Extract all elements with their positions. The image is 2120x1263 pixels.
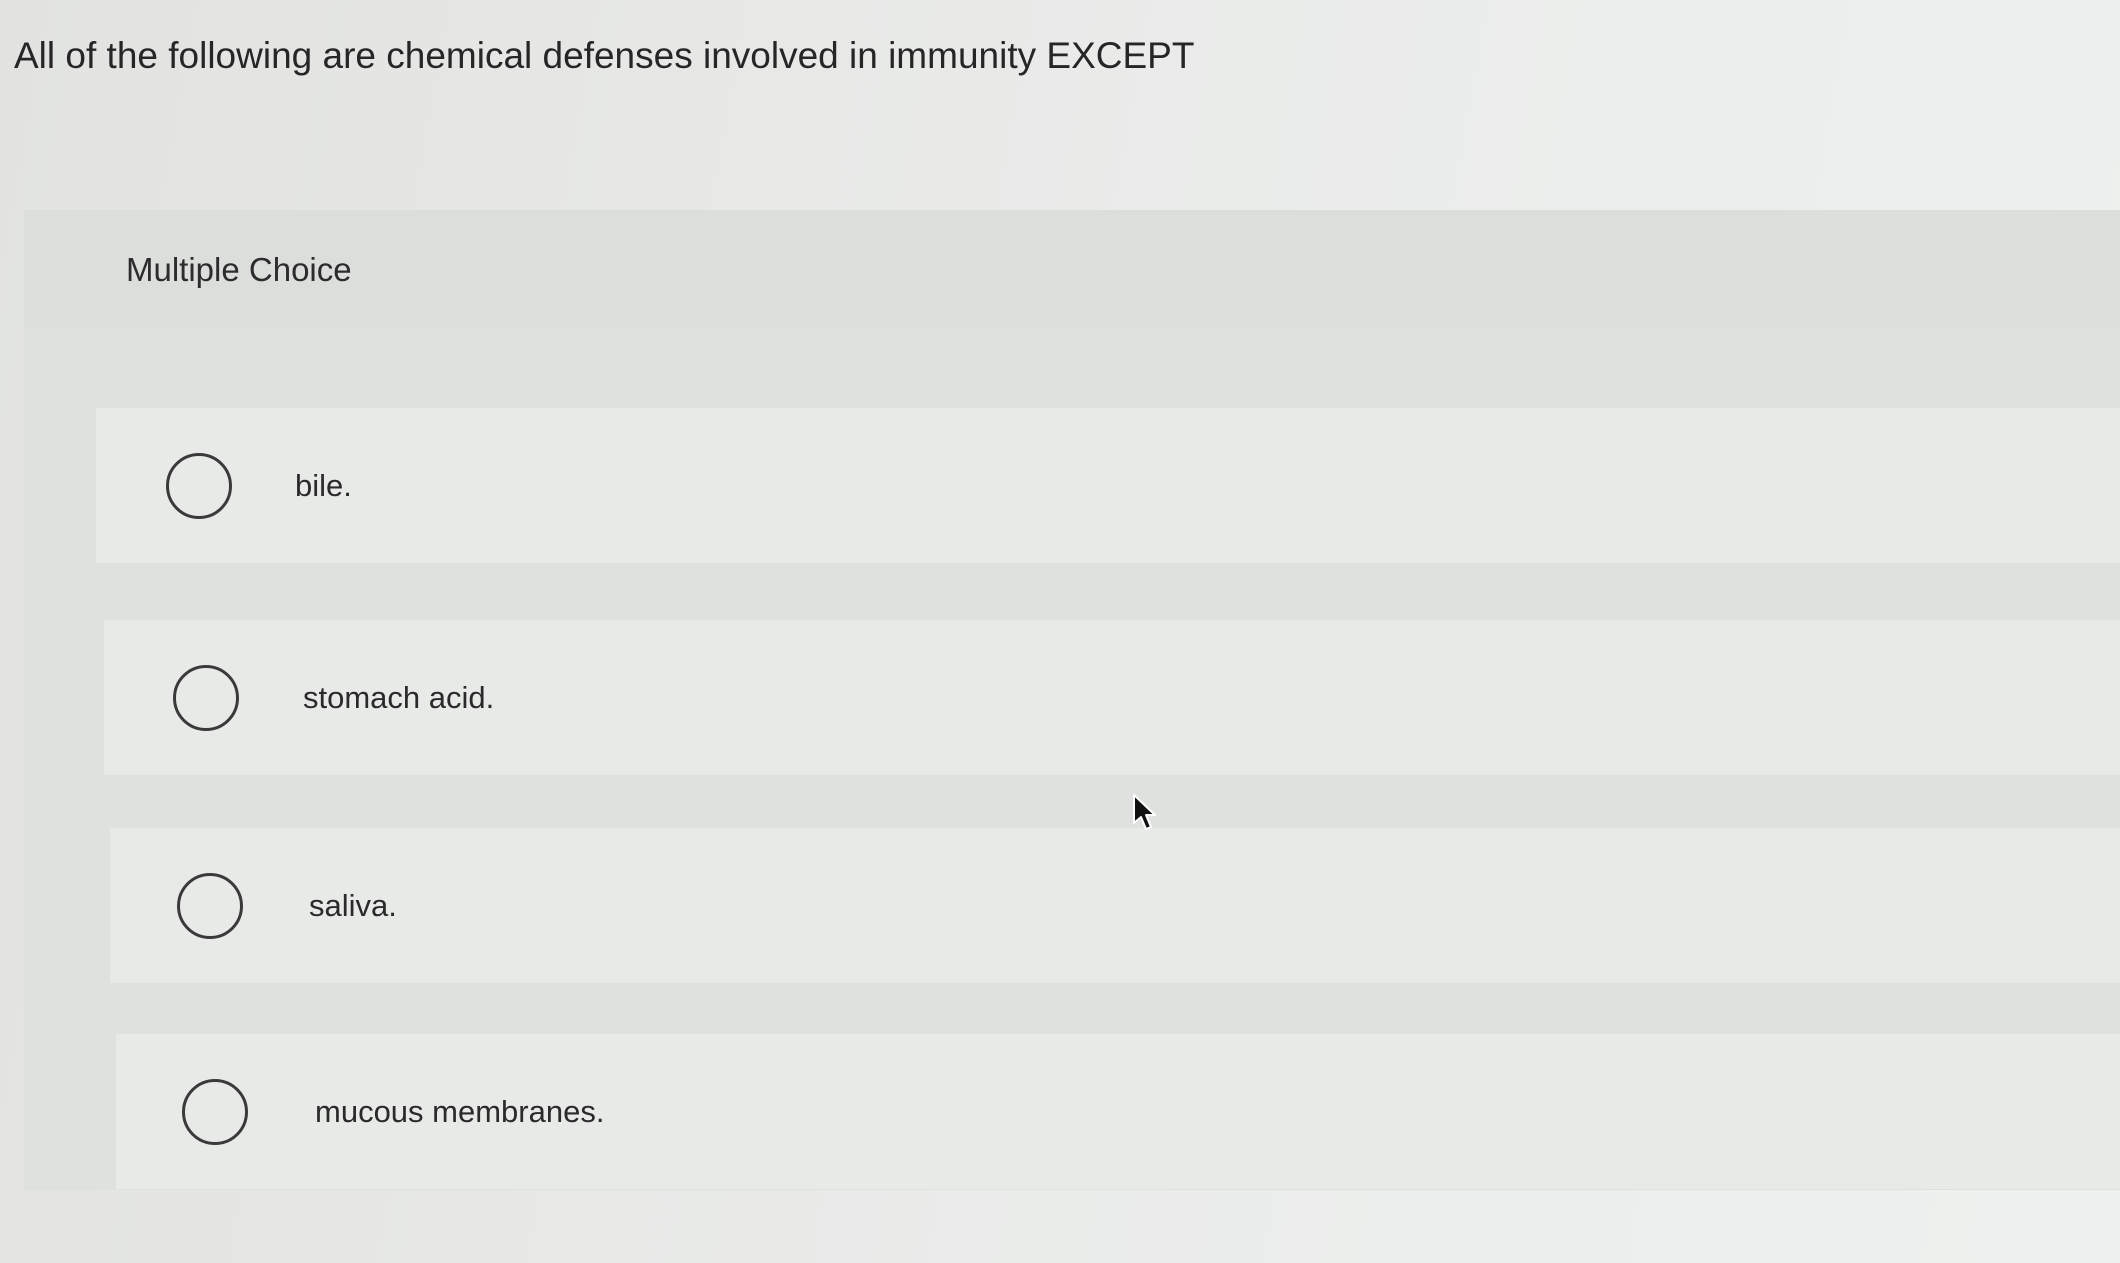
- radio-button-icon[interactable]: [166, 452, 232, 519]
- answer-option-label: saliva.: [309, 887, 397, 923]
- answer-option-stomach-acid[interactable]: stomach acid.: [104, 620, 2120, 775]
- answer-option-label: mucous membranes.: [315, 1093, 605, 1129]
- answer-option-saliva[interactable]: saliva.: [110, 828, 2120, 983]
- question-type-label: Multiple Choice: [126, 251, 352, 288]
- multiple-choice-panel: Multiple Choice bile. stomach acid. sali…: [24, 210, 2120, 1190]
- question-text: All of the following are chemical defens…: [14, 35, 1195, 76]
- answer-option-label: bile.: [295, 467, 352, 503]
- radio-button-icon[interactable]: [182, 1078, 248, 1145]
- answer-option-mucous-membranes[interactable]: mucous membranes.: [116, 1034, 2120, 1189]
- radio-button-icon[interactable]: [177, 872, 243, 939]
- answer-option-label: stomach acid.: [303, 679, 495, 715]
- answer-option-bile[interactable]: bile.: [96, 408, 2120, 563]
- radio-button-icon[interactable]: [173, 664, 239, 731]
- mouse-pointer-icon: [1133, 794, 1156, 830]
- panel-header: Multiple Choice: [24, 210, 2120, 328]
